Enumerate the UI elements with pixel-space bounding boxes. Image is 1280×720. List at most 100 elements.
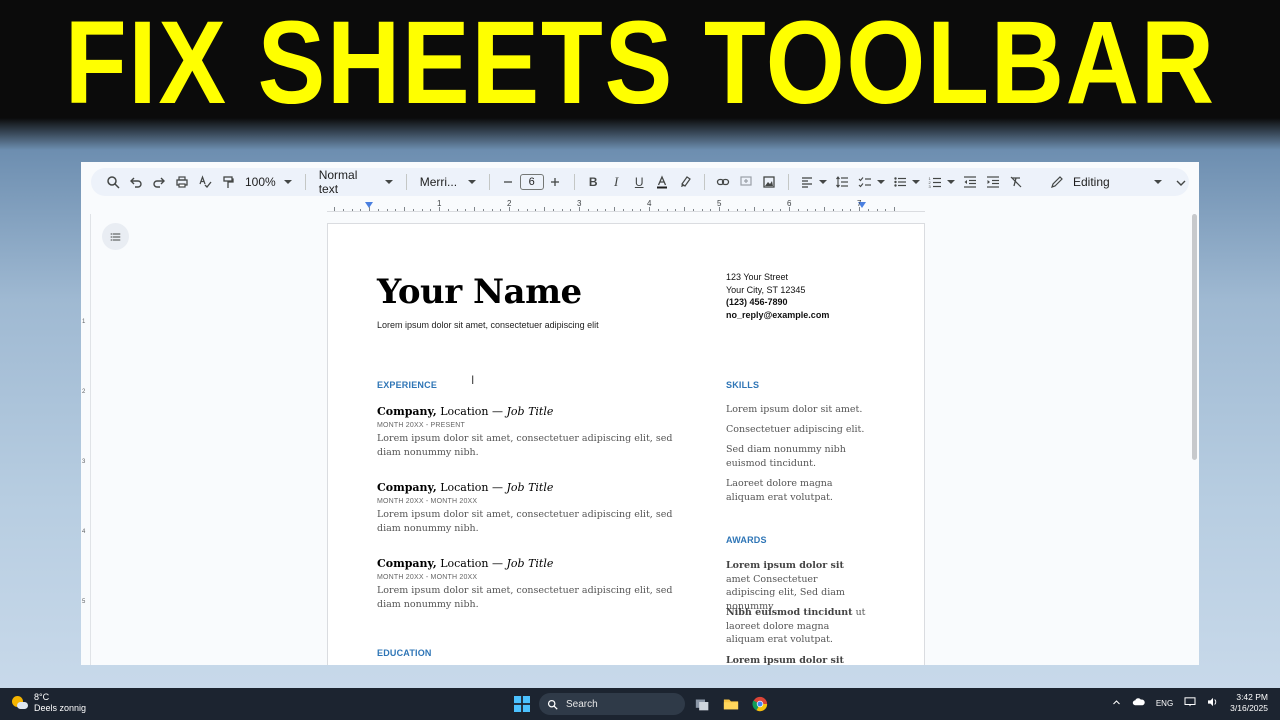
job-dates: MONTH 20XX - MONTH 20XX bbox=[377, 574, 478, 581]
ruler-tick bbox=[535, 209, 537, 211]
job-entry: Company, Location — Job Title MONTH 20XX… bbox=[377, 481, 677, 535]
print-icon[interactable] bbox=[170, 171, 193, 193]
font-size-input[interactable]: 6 bbox=[519, 174, 544, 190]
ruler-tick bbox=[710, 209, 712, 211]
text-color-icon[interactable] bbox=[651, 171, 674, 193]
ruler-tick bbox=[684, 207, 685, 211]
clock[interactable]: 3:42 PM 3/16/2025 bbox=[1230, 692, 1268, 714]
link-icon[interactable] bbox=[712, 171, 735, 193]
pencil-icon bbox=[1049, 171, 1065, 193]
speaker-icon[interactable] bbox=[1207, 697, 1219, 709]
bold-icon[interactable]: B bbox=[582, 171, 605, 193]
horizontal-ruler[interactable]: 1 2 3 4 5 6 7 bbox=[327, 199, 925, 212]
job-title: Job Title bbox=[506, 405, 554, 418]
decrease-indent-icon[interactable] bbox=[959, 171, 982, 193]
award-title: Lorem ipsum dolor sit bbox=[726, 655, 844, 665]
ruler-tick bbox=[570, 209, 572, 211]
paint-format-icon[interactable] bbox=[216, 171, 239, 193]
caret-icon bbox=[467, 180, 476, 184]
toolbar-divider bbox=[787, 174, 789, 190]
onedrive-cloud-icon[interactable] bbox=[1132, 697, 1145, 709]
editing-mode-select[interactable]: Editing bbox=[1049, 171, 1162, 193]
italic-icon[interactable]: I bbox=[605, 171, 628, 193]
ruler-tick bbox=[614, 207, 615, 211]
caret-icon[interactable] bbox=[946, 180, 955, 184]
ruler-tick bbox=[517, 209, 519, 211]
weather-widget[interactable]: 8°C Deels zonnig bbox=[12, 692, 86, 714]
resume-name: Your Name bbox=[377, 272, 582, 312]
contact-block: 123 Your Street Your City, ST 12345 (123… bbox=[726, 271, 829, 321]
font-select[interactable]: Merri... bbox=[414, 171, 482, 193]
chevron-up-icon[interactable] bbox=[1112, 698, 1121, 709]
zoom-select[interactable]: 100% bbox=[239, 171, 298, 193]
ruler-tick bbox=[832, 209, 834, 211]
ruler-tick bbox=[395, 209, 397, 211]
ruler-number: 6 bbox=[787, 199, 792, 208]
contact-email: no_reply@example.com bbox=[726, 309, 830, 320]
search-icon[interactable] bbox=[101, 171, 124, 193]
ruler-tick bbox=[806, 209, 808, 211]
job-title: Job Title bbox=[506, 481, 554, 494]
ruler-number: 4 bbox=[647, 199, 652, 208]
highlight-icon[interactable] bbox=[674, 171, 697, 193]
checklist-icon[interactable] bbox=[854, 171, 877, 193]
document-outline-button[interactable] bbox=[102, 223, 129, 250]
job-dates: MONTH 20XX - PRESENT bbox=[377, 422, 466, 429]
task-view-icon[interactable] bbox=[692, 694, 712, 714]
job-description: Lorem ipsum dolor sit amet, consectetuer… bbox=[377, 585, 673, 610]
ruler-number: 1 bbox=[437, 199, 442, 208]
chevron-down-icon[interactable] bbox=[1169, 172, 1192, 194]
font-value: Merri... bbox=[419, 175, 458, 189]
vertical-scrollbar[interactable] bbox=[1192, 214, 1197, 460]
ruler-number: 5 bbox=[717, 199, 722, 208]
job-heading: Company, Location — Job Title bbox=[377, 405, 677, 418]
ruler-tick bbox=[824, 207, 825, 211]
align-icon[interactable] bbox=[796, 171, 819, 193]
docs-window: 100% Normal text Merri... 6 B I U 123 Ed… bbox=[81, 162, 1199, 665]
windows-start-icon[interactable] bbox=[512, 694, 532, 714]
paragraph-style-select[interactable]: Normal text bbox=[313, 168, 399, 196]
document-page[interactable]: Your Name Lorem ipsum dolor sit amet, co… bbox=[327, 223, 925, 665]
decrease-font-size-icon[interactable] bbox=[497, 171, 520, 193]
line-spacing-icon[interactable] bbox=[831, 171, 854, 193]
ruler-number: 7 bbox=[857, 199, 862, 208]
undo-icon[interactable] bbox=[124, 171, 147, 193]
taskbar-search[interactable]: Search bbox=[539, 693, 685, 715]
ruler-tick bbox=[412, 209, 414, 211]
language-indicator[interactable]: ENG bbox=[1156, 699, 1173, 708]
redo-icon[interactable] bbox=[147, 171, 170, 193]
job-description: Lorem ipsum dolor sit amet, consectetuer… bbox=[377, 509, 673, 534]
comment-icon[interactable] bbox=[735, 171, 758, 193]
job-location: Location — bbox=[436, 481, 507, 494]
search-icon bbox=[547, 699, 558, 710]
vertical-ruler-number: 1 bbox=[82, 319, 86, 325]
bullet-list-icon[interactable] bbox=[889, 171, 912, 193]
resume-tagline: Lorem ipsum dolor sit amet, consectetuer… bbox=[377, 320, 599, 330]
chrome-icon[interactable] bbox=[750, 694, 770, 714]
file-explorer-icon[interactable] bbox=[721, 694, 741, 714]
ruler-tick bbox=[465, 209, 467, 211]
caret-icon[interactable] bbox=[876, 180, 885, 184]
ruler-tick bbox=[544, 207, 545, 211]
numbered-list-icon[interactable]: 123 bbox=[924, 171, 947, 193]
ruler-tick bbox=[850, 209, 852, 211]
ruler-tick bbox=[762, 209, 764, 211]
spellcheck-icon[interactable] bbox=[193, 171, 216, 193]
image-icon[interactable] bbox=[758, 171, 781, 193]
job-heading: Company, Location — Job Title bbox=[377, 481, 677, 494]
clear-formatting-icon[interactable] bbox=[1005, 171, 1028, 193]
job-description: Lorem ipsum dolor sit amet, consectetuer… bbox=[377, 433, 673, 458]
toolbar-divider bbox=[703, 174, 705, 190]
ruler-tick bbox=[797, 209, 799, 211]
job-location: Location — bbox=[436, 557, 507, 570]
monitor-icon[interactable] bbox=[1184, 697, 1196, 709]
ruler-tick bbox=[736, 209, 738, 211]
underline-icon[interactable]: U bbox=[628, 171, 651, 193]
caret-icon[interactable] bbox=[818, 180, 827, 184]
award-title: Nibh euismod tincidunt bbox=[726, 607, 853, 618]
increase-indent-icon[interactable] bbox=[982, 171, 1005, 193]
caret-icon[interactable] bbox=[911, 180, 920, 184]
education-heading: EDUCATION bbox=[377, 648, 432, 658]
job-entry: Company, Location — Job Title MONTH 20XX… bbox=[377, 557, 677, 611]
increase-font-size-icon[interactable] bbox=[544, 171, 567, 193]
